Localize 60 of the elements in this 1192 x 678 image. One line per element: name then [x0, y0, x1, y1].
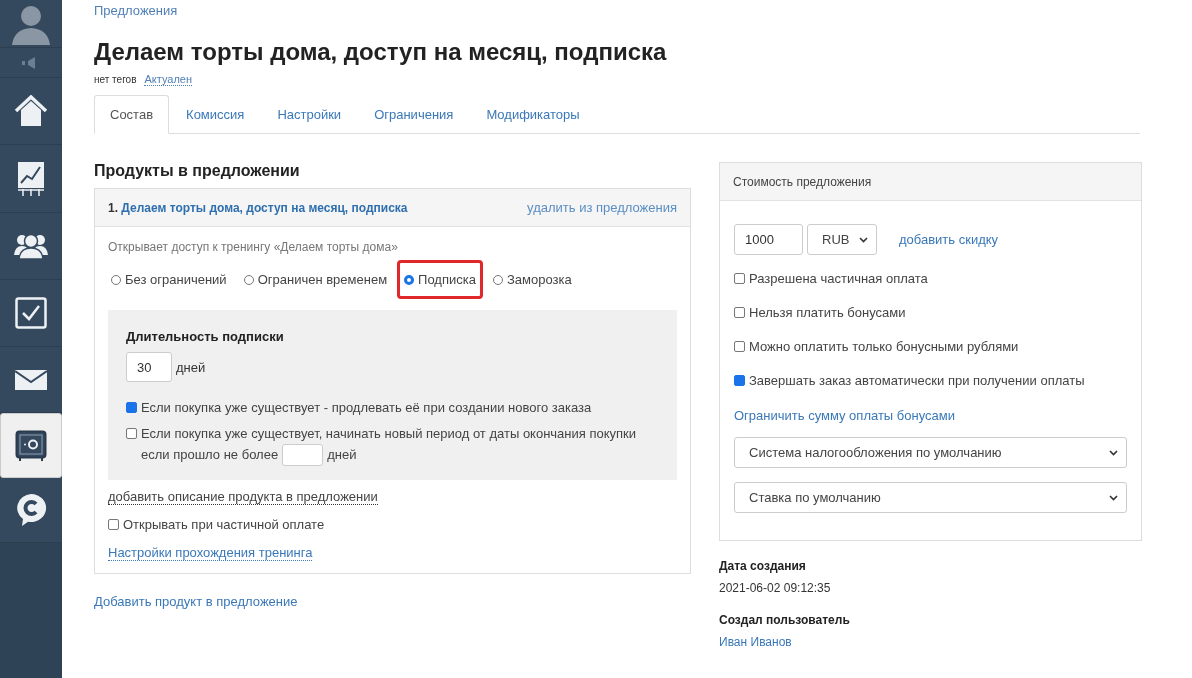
meta-label: Дата создания [719, 559, 807, 573]
currency-select[interactable]: RUB [807, 224, 877, 255]
meta-label: Создал пользователь [719, 613, 851, 627]
radio-option[interactable]: Подписка [397, 260, 483, 299]
sidebar-item[interactable] [0, 145, 62, 213]
checkbox-label: если прошло не более [141, 447, 279, 463]
tags-text: нет тегов [94, 74, 137, 85]
checkbox-option[interactable]: Завершать заказ автоматически при получении оплаты [734, 373, 1127, 389]
add-description-link[interactable]: добавить описание продукта в предложении [108, 489, 378, 505]
sidebar-item[interactable] [0, 478, 62, 543]
add-product-link[interactable]: Добавить продукт в предложение [94, 594, 298, 609]
tab[interactable]: Ограничения [358, 95, 470, 134]
chart-board-icon [17, 160, 45, 197]
tab[interactable]: Модификаторы [470, 95, 596, 134]
subscription-heading: Длительность подписки [126, 329, 285, 344]
add-discount-link[interactable]: добавить скидку [899, 232, 999, 247]
tab[interactable]: Состав [94, 95, 170, 134]
checkbox-option[interactable]: Можно оплатить только бонусными рублями [734, 339, 1127, 355]
limit-bonus-link[interactable]: Ограничить сумму оплаты бонусами [734, 408, 1127, 423]
chevron-icon [859, 236, 868, 243]
chat-icon [15, 493, 47, 527]
unit-text: дней [327, 447, 357, 463]
tax-rate-select[interactable]: Ставка по умолчанию [734, 482, 1127, 513]
radio-option[interactable]: Заморозка [485, 260, 579, 299]
checkbox-option[interactable]: Разрешена частичная оплата [734, 271, 1127, 287]
safe-icon [15, 429, 47, 462]
meta-value: 2021-06-02 09:12:35 [719, 581, 831, 595]
unit-text: дней [176, 359, 206, 375]
sidebar-item[interactable] [0, 78, 62, 145]
training-settings-link[interactable]: Настройки прохождения тренинга [108, 545, 313, 561]
sidebar-item[interactable] [0, 347, 62, 413]
radio-option[interactable]: Без ограничений [104, 260, 234, 299]
duration-field[interactable]: 30 [126, 352, 172, 382]
tab[interactable]: Настройки [261, 95, 358, 134]
card-heading: Стоимость предложения [720, 163, 1141, 201]
product-title: 1. Делаем торты дома, доступ на месяц, подписка [108, 200, 408, 215]
price-field[interactable]: 1000 [734, 224, 803, 255]
status-link[interactable]: Актуален [144, 73, 192, 86]
chevron-icon [1109, 494, 1118, 501]
description-text: Открывает доступ к тренингу «Делаем торты дома» [108, 240, 399, 254]
sidebar-item[interactable] [0, 280, 62, 347]
checkbox[interactable] [126, 428, 137, 439]
days-field[interactable] [282, 444, 324, 466]
page-title: Делаем торты дома, доступ на месяц, подписка [94, 37, 668, 67]
checkbox-option[interactable]: Открывать при частичной оплате [108, 517, 677, 533]
radio-option[interactable]: Ограничен временем [236, 260, 395, 299]
tax-system-select[interactable]: Система налогообложения по умолчанию [734, 437, 1127, 468]
breadcrumb-link[interactable]: Предложения [94, 3, 178, 18]
checkbox-label: Если покупка уже существует, начинать новый период от даты окончания покупки [141, 426, 637, 442]
checkbox-icon [15, 297, 47, 329]
home-icon [14, 95, 48, 127]
mail-icon [15, 369, 47, 390]
sidebar-item[interactable] [0, 213, 62, 280]
section-heading: Продукты в предложении [94, 162, 301, 180]
tab[interactable]: Комиссия [170, 95, 261, 134]
people-icon [14, 233, 48, 259]
checkbox-option[interactable]: Нельзя платить бонусами [734, 305, 1127, 321]
user-link[interactable]: Иван Иванов [719, 635, 792, 649]
checkbox-option[interactable]: Если покупка уже существует - продлевать её при создании нового заказа [126, 400, 659, 416]
chevron-icon [1109, 449, 1118, 456]
